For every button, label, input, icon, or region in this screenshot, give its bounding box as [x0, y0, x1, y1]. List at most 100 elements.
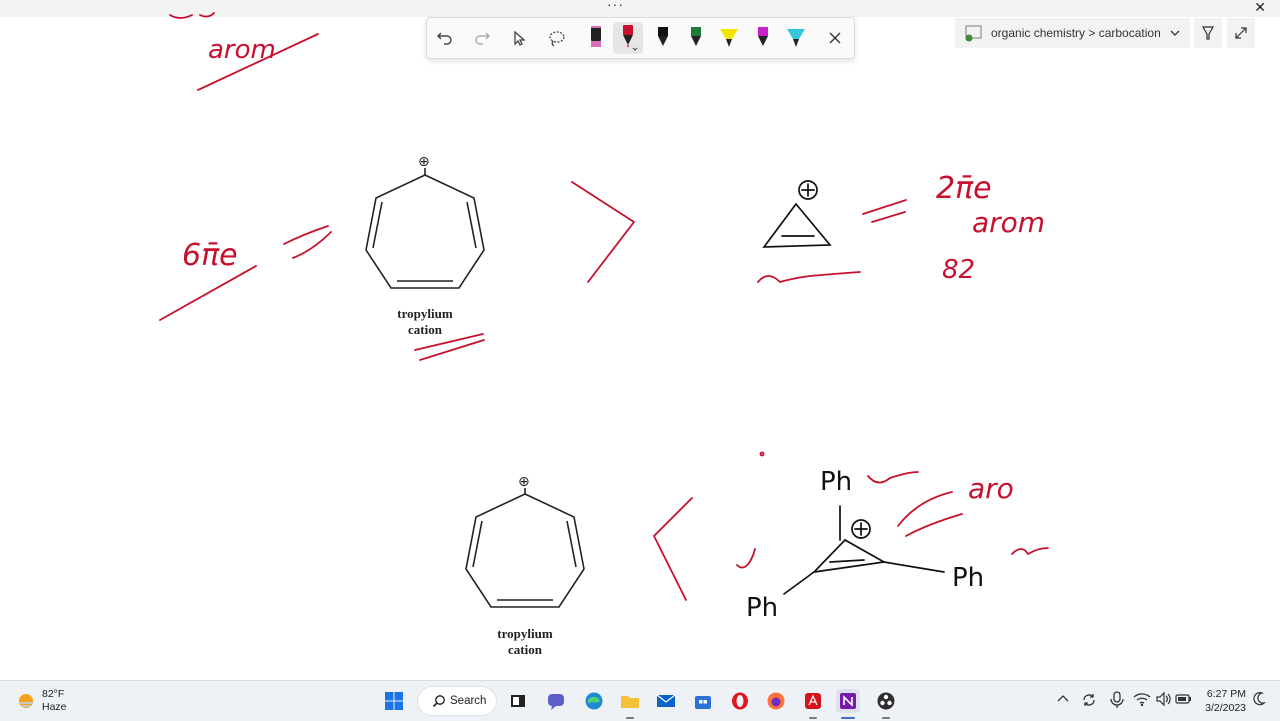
tropylium-label-2: tropylium [497, 626, 553, 641]
opera-button[interactable] [728, 689, 752, 713]
mail-button[interactable] [654, 689, 678, 713]
ink-aro: aro [968, 472, 1014, 505]
pen-magenta-icon [758, 27, 768, 46]
active-indicator [841, 717, 855, 719]
pen-red-icon [623, 25, 638, 51]
weather-condition: Haze [42, 701, 67, 713]
acrobat-button[interactable] [801, 689, 825, 713]
opera-icon [732, 692, 748, 710]
edge-icon [585, 692, 603, 710]
pen-magenta[interactable] [751, 26, 775, 50]
show-hidden-icons[interactable] [1056, 691, 1070, 712]
edge-browser-button[interactable] [582, 689, 606, 713]
taskbar-search[interactable]: Search [418, 687, 496, 715]
pen-black[interactable] [651, 26, 675, 50]
undo-icon [437, 32, 452, 45]
tropylium-label-1: tropylium [397, 306, 453, 321]
sync-icon [1083, 694, 1095, 706]
chevron-down-icon [1170, 30, 1180, 36]
cation-label-1: cation [408, 322, 443, 337]
ink-aro-top: arom [208, 35, 276, 65]
close-toolbar-button[interactable] [823, 26, 847, 50]
ink-82: 82 [942, 255, 975, 285]
windows-logo-icon [385, 692, 403, 710]
volume-icon [1156, 691, 1171, 707]
pen-pink[interactable] [584, 26, 608, 50]
battery-plug-icon [1175, 694, 1191, 704]
breadcrumb-text: organic chemistry > carbocation [991, 26, 1161, 40]
onenote-icon [840, 693, 856, 709]
select-tool-button[interactable] [507, 26, 531, 50]
pen-toolbar [426, 17, 855, 59]
running-indicator [882, 717, 890, 719]
pen-green[interactable] [684, 26, 708, 50]
pen-green-icon [691, 27, 701, 46]
battery-tray[interactable] [1175, 691, 1193, 712]
running-indicator [626, 717, 634, 719]
microphone-tray[interactable] [1109, 691, 1125, 714]
highlighter-yellow-icon [720, 29, 738, 47]
notebook-icon [965, 25, 982, 42]
pen-red-selected[interactable] [613, 22, 643, 54]
lasso-tool-button[interactable] [545, 26, 569, 50]
obs-button[interactable] [874, 689, 898, 713]
teams-chat-button[interactable] [544, 689, 568, 713]
ink-drawing: arom 6π̄e 2π̄e arom 82 aro ⊕ tropylium c… [159, 12, 1049, 657]
mail-icon [656, 694, 676, 707]
task-view-button[interactable] [506, 689, 530, 713]
start-button[interactable] [382, 689, 406, 713]
plus-charge-1: ⊕ [418, 154, 430, 170]
folder-icon [621, 696, 639, 708]
pen-black-icon [658, 27, 668, 46]
cursor-icon [514, 30, 526, 46]
ph-left: Ph [746, 593, 778, 623]
volume-tray[interactable] [1155, 691, 1173, 712]
chevron-up-icon [1057, 695, 1069, 702]
expand-icon [1235, 27, 1247, 39]
highlighter-cyan-icon [787, 29, 805, 47]
clock-date: 3/2/2023 [1205, 702, 1246, 714]
onenote-button[interactable] [836, 689, 860, 713]
highlighter-yellow[interactable] [717, 26, 741, 50]
highlighter-cyan[interactable] [784, 26, 808, 50]
triphenyl-cyclopropenyl [783, 505, 945, 595]
haze-sun-icon [19, 694, 33, 708]
cation-label-2: cation [508, 642, 543, 657]
expand-button[interactable] [1227, 18, 1255, 48]
file-explorer-button[interactable] [618, 689, 642, 713]
notebook-breadcrumb[interactable]: organic chemistry > carbocation [955, 18, 1190, 48]
running-indicator [809, 717, 817, 719]
system-clock[interactable]: 6:27 PM 3/2/2023 [1198, 687, 1246, 715]
chat-icon [548, 694, 564, 710]
firefox-button[interactable] [764, 689, 788, 713]
moon-icon [1253, 692, 1266, 706]
search-label: Search [450, 695, 487, 707]
firefox-icon [767, 692, 785, 710]
close-icon [829, 32, 841, 44]
red-ink-strokes [159, 12, 1049, 601]
task-view-icon [511, 695, 525, 707]
cyclopropenyl-top [762, 180, 832, 248]
plus-charge-2: ⊕ [518, 474, 530, 490]
whiteboard-canvas[interactable]: arom 6π̄e 2π̄e arom 82 aro ⊕ tropylium c… [0, 0, 1280, 680]
microphone-icon [1110, 691, 1124, 708]
ph-right: Ph [952, 563, 984, 593]
store-button[interactable] [691, 689, 715, 713]
weather-temperature: 82°F [42, 688, 65, 700]
focus-assist-tray[interactable] [1252, 691, 1266, 712]
weather-widget[interactable]: 82°F Haze [16, 688, 67, 714]
redo-button[interactable] [470, 26, 494, 50]
undo-button[interactable] [433, 26, 457, 50]
acrobat-icon [805, 693, 821, 709]
wifi-icon [1133, 693, 1151, 707]
pen-pink-icon [591, 26, 601, 47]
tropylium-ring-2 [465, 488, 585, 608]
ink-2pi: 2π̄e [936, 171, 992, 206]
ink-6pi: 6π̄e [182, 238, 238, 273]
funnel-pen-icon [1201, 26, 1215, 40]
pen-settings-button[interactable] [1194, 18, 1222, 48]
sync-tray[interactable] [1080, 691, 1098, 714]
ph-top: Ph [820, 467, 852, 497]
store-icon [695, 696, 711, 709]
wifi-tray[interactable] [1133, 691, 1151, 712]
